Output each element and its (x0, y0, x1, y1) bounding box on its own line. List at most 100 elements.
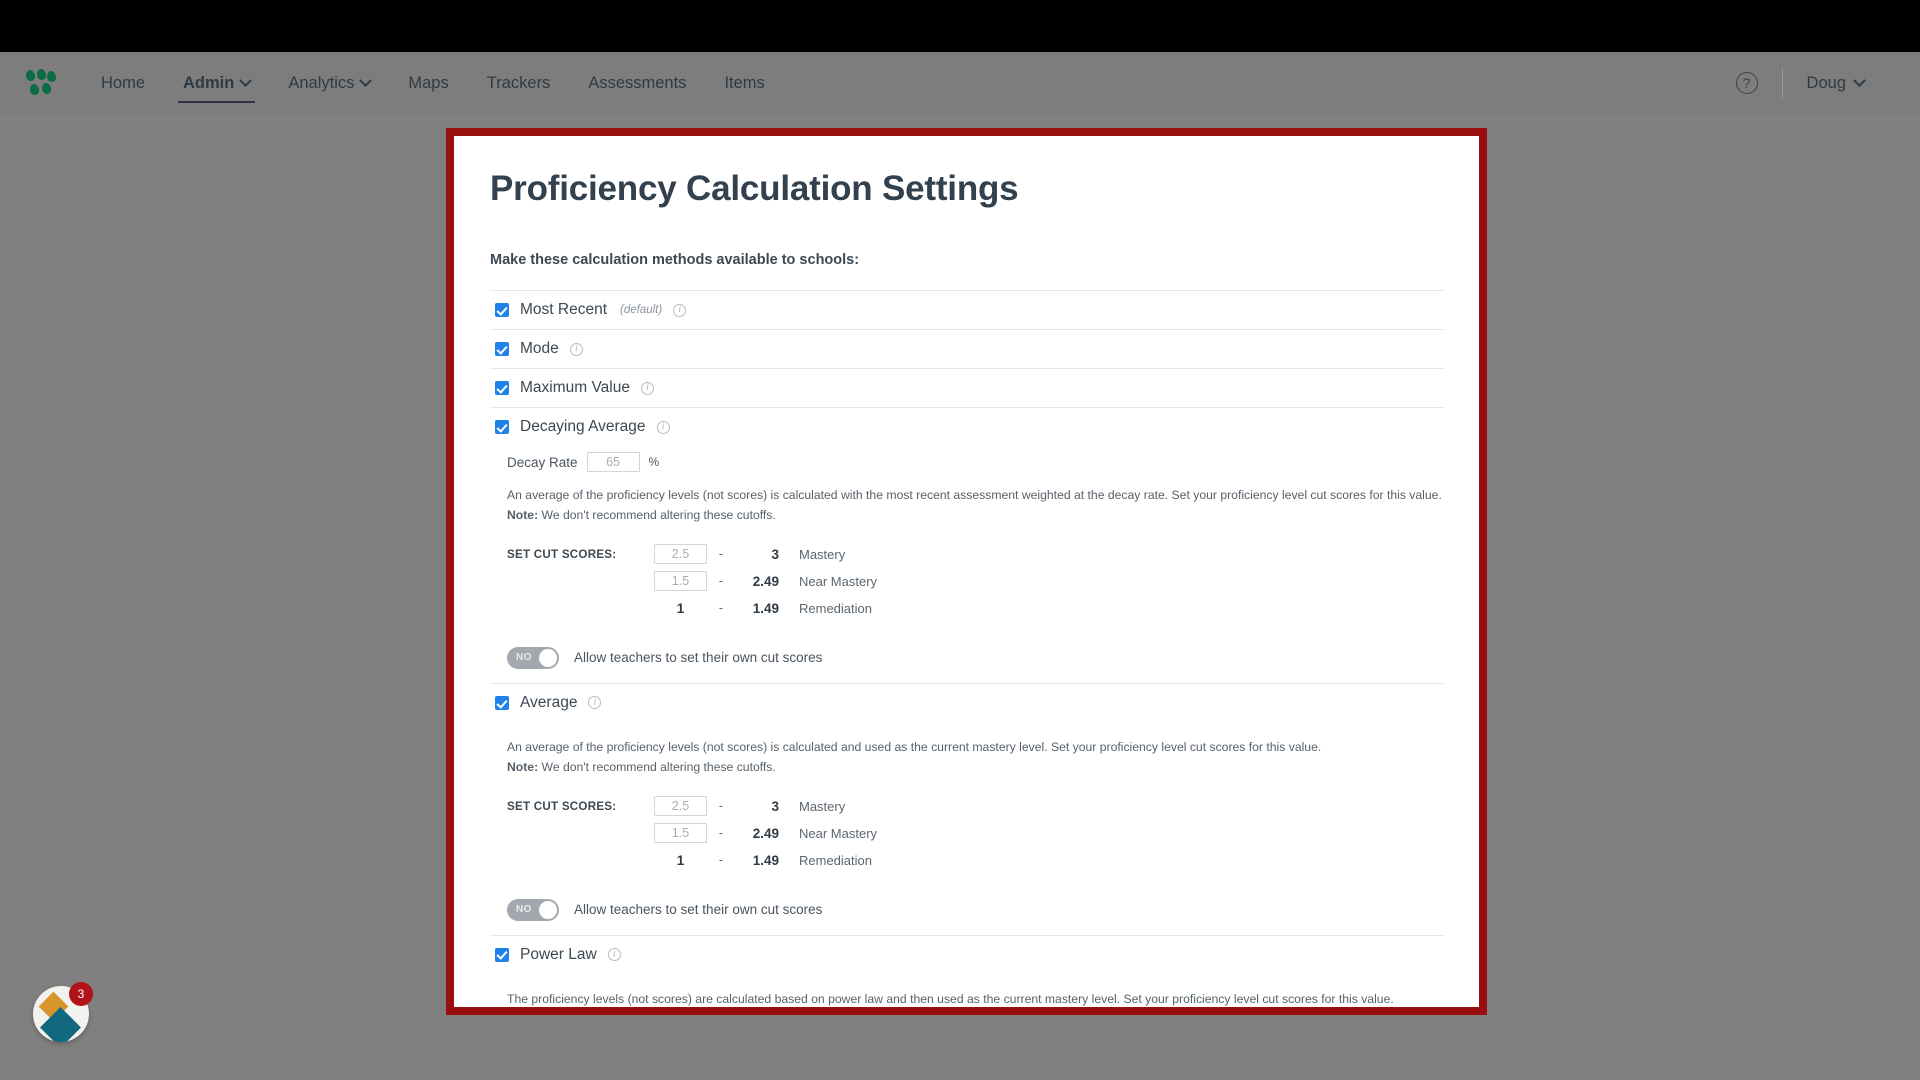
cut-score-row: 1.5 - 2.49 Near Mastery (654, 571, 877, 592)
method-label: Most Recent (520, 301, 608, 318)
nav-right-group: ? Doug (1735, 68, 1894, 98)
checkbox-power-law[interactable] (495, 947, 509, 962)
cut-scores-rows: 2.5 - 3 Mastery 1.5 - 2.49 Near Mastery (654, 796, 877, 877)
nav-item-label: Admin (183, 73, 235, 92)
decay-rate-input[interactable]: 65 (586, 452, 640, 472)
cut-score-high-value: 2.49 (752, 573, 779, 589)
power-law-detail: The proficiency levels (not scores) are … (490, 990, 1444, 1007)
method-label: Power Law (520, 945, 597, 963)
cut-score-low-input[interactable]: 2.5 (654, 544, 707, 565)
nav-item-label: Assessments (588, 73, 687, 92)
info-icon[interactable]: i (673, 303, 687, 317)
checkbox-mode[interactable] (495, 342, 509, 356)
toggle-state-label: NO (516, 651, 532, 663)
method-description: The proficiency levels (not scores) are … (507, 991, 1394, 1006)
cut-score-low-value: 1 (676, 852, 685, 868)
info-icon[interactable]: i (656, 420, 670, 434)
cut-scores-rows: 2.5 - 3 Mastery 1.5 - 2.49 Near Mastery (654, 544, 877, 625)
cut-scores-title: SET CUT SCORES: (507, 799, 617, 813)
cut-scores-block: SET CUT SCORES: 2.5 - 3 Mastery 1.5 - 2.… (507, 796, 1444, 877)
cut-score-level-label: Mastery (799, 546, 846, 562)
toggle-description: Allow teachers to set their own cut scor… (574, 902, 823, 918)
chevron-down-icon (1853, 73, 1866, 87)
user-menu[interactable]: Doug (1807, 74, 1884, 93)
page-title: Proficiency Calculation Settings (490, 169, 1019, 208)
mastery-logo-icon[interactable] (24, 68, 58, 97)
nav-item-label: Analytics (288, 73, 355, 92)
help-icon[interactable]: ? (1735, 72, 1758, 94)
cut-score-low-value: 1 (676, 600, 685, 616)
nav-item-label: Trackers (486, 73, 551, 92)
top-navigation-bar: Home Admin Analytics Maps Trackers Asses… (0, 52, 1920, 114)
nav-item-analytics[interactable]: Analytics (269, 52, 389, 114)
user-menu-label: Doug (1806, 73, 1846, 92)
nav-item-label: Items (724, 73, 765, 92)
teacher-cut-scores-toggle-row: NO Allow teachers to set their own cut s… (507, 898, 1444, 935)
percent-symbol: % (648, 455, 660, 469)
nav-item-trackers[interactable]: Trackers (468, 52, 570, 114)
nav-item-maps[interactable]: Maps (389, 52, 467, 114)
info-icon[interactable]: i (569, 342, 583, 356)
method-row-maximum-value[interactable]: Maximum Value i (490, 369, 1444, 407)
method-label: Decaying Average (520, 418, 646, 435)
info-icon[interactable]: i (640, 381, 654, 395)
nav-item-label: Maps (408, 73, 449, 92)
cut-score-row: 1.5 - 2.49 Near Mastery (654, 823, 877, 844)
method-description: An average of the proficiency levels (no… (507, 739, 1322, 754)
method-row-average[interactable]: Average i (490, 684, 1444, 722)
method-row-most-recent[interactable]: Most Recent (default) i (490, 291, 1444, 329)
range-dash: - (718, 799, 724, 814)
range-dash: - (718, 853, 724, 868)
method-note: Note: We don't recommend altering these … (507, 760, 1444, 774)
decay-rate-label: Decay Rate (507, 454, 578, 470)
nav-items: Home Admin Analytics Maps Trackers Asses… (82, 52, 784, 114)
cut-score-low-input[interactable]: 2.5 (654, 796, 707, 817)
note-text: We don't recommend altering these cutoff… (538, 759, 776, 774)
notification-badge: 3 (69, 982, 93, 1006)
chevron-down-icon (359, 73, 373, 87)
decaying-average-detail: Decay Rate 65 % An average of the profic… (490, 446, 1444, 683)
method-row-mode[interactable]: Mode i (490, 330, 1444, 368)
cut-score-row: 2.5 - 3 Mastery (654, 544, 877, 565)
cut-scores-block: SET CUT SCORES: 2.5 - 3 Mastery 1.5 - 2.… (507, 544, 1444, 625)
note-text: We don't recommend altering these cutoff… (538, 507, 776, 522)
toggle-state-label: NO (516, 903, 532, 915)
toggle-knob (539, 900, 557, 919)
method-label: Maximum Value (520, 379, 630, 396)
range-dash: - (718, 574, 724, 589)
checkbox-maximum-value[interactable] (495, 381, 509, 395)
screen-letterbox-top (0, 0, 1920, 52)
decay-rate-row: Decay Rate 65 % (507, 446, 1444, 486)
range-dash: - (718, 547, 724, 562)
default-tag: (default) (620, 304, 663, 316)
method-row-decaying-average[interactable]: Decaying Average i (490, 408, 1444, 446)
nav-item-assessments[interactable]: Assessments (569, 52, 705, 114)
teacher-cut-scores-toggle[interactable]: NO (507, 646, 559, 669)
cut-score-high-value: 1.49 (752, 600, 779, 616)
info-icon[interactable]: i (588, 696, 602, 710)
nav-item-home[interactable]: Home (82, 52, 164, 114)
cut-score-level-label: Near Mastery (799, 573, 878, 589)
cut-score-level-label: Near Mastery (799, 825, 878, 841)
teacher-cut-scores-toggle[interactable]: NO (507, 898, 559, 921)
info-icon[interactable]: i (607, 948, 621, 962)
help-beacon-widget[interactable]: 3 (33, 982, 93, 1042)
checkbox-average[interactable] (495, 695, 509, 710)
cut-score-level-label: Remediation (799, 852, 872, 868)
nav-item-admin[interactable]: Admin (164, 52, 269, 114)
range-dash: - (718, 601, 724, 616)
section-label: Make these calculation methods available… (490, 252, 860, 268)
checkbox-decaying-average[interactable] (495, 420, 509, 434)
cut-score-high-value: 1.49 (752, 852, 779, 868)
cut-scores-title: SET CUT SCORES: (507, 547, 617, 561)
method-row-power-law[interactable]: Power Law i (490, 936, 1444, 974)
method-note: Note: We don't recommend altering these … (507, 508, 1444, 522)
nav-item-items[interactable]: Items (705, 52, 783, 114)
settings-card-content: Proficiency Calculation Settings Make th… (454, 136, 1479, 1007)
checkbox-most-recent[interactable] (495, 303, 509, 317)
cut-score-low-input[interactable]: 1.5 (654, 571, 707, 592)
cut-score-level-label: Mastery (799, 798, 846, 814)
cut-score-low-input[interactable]: 1.5 (654, 823, 707, 844)
method-label: Average (520, 693, 578, 711)
chevron-down-icon (239, 73, 253, 87)
